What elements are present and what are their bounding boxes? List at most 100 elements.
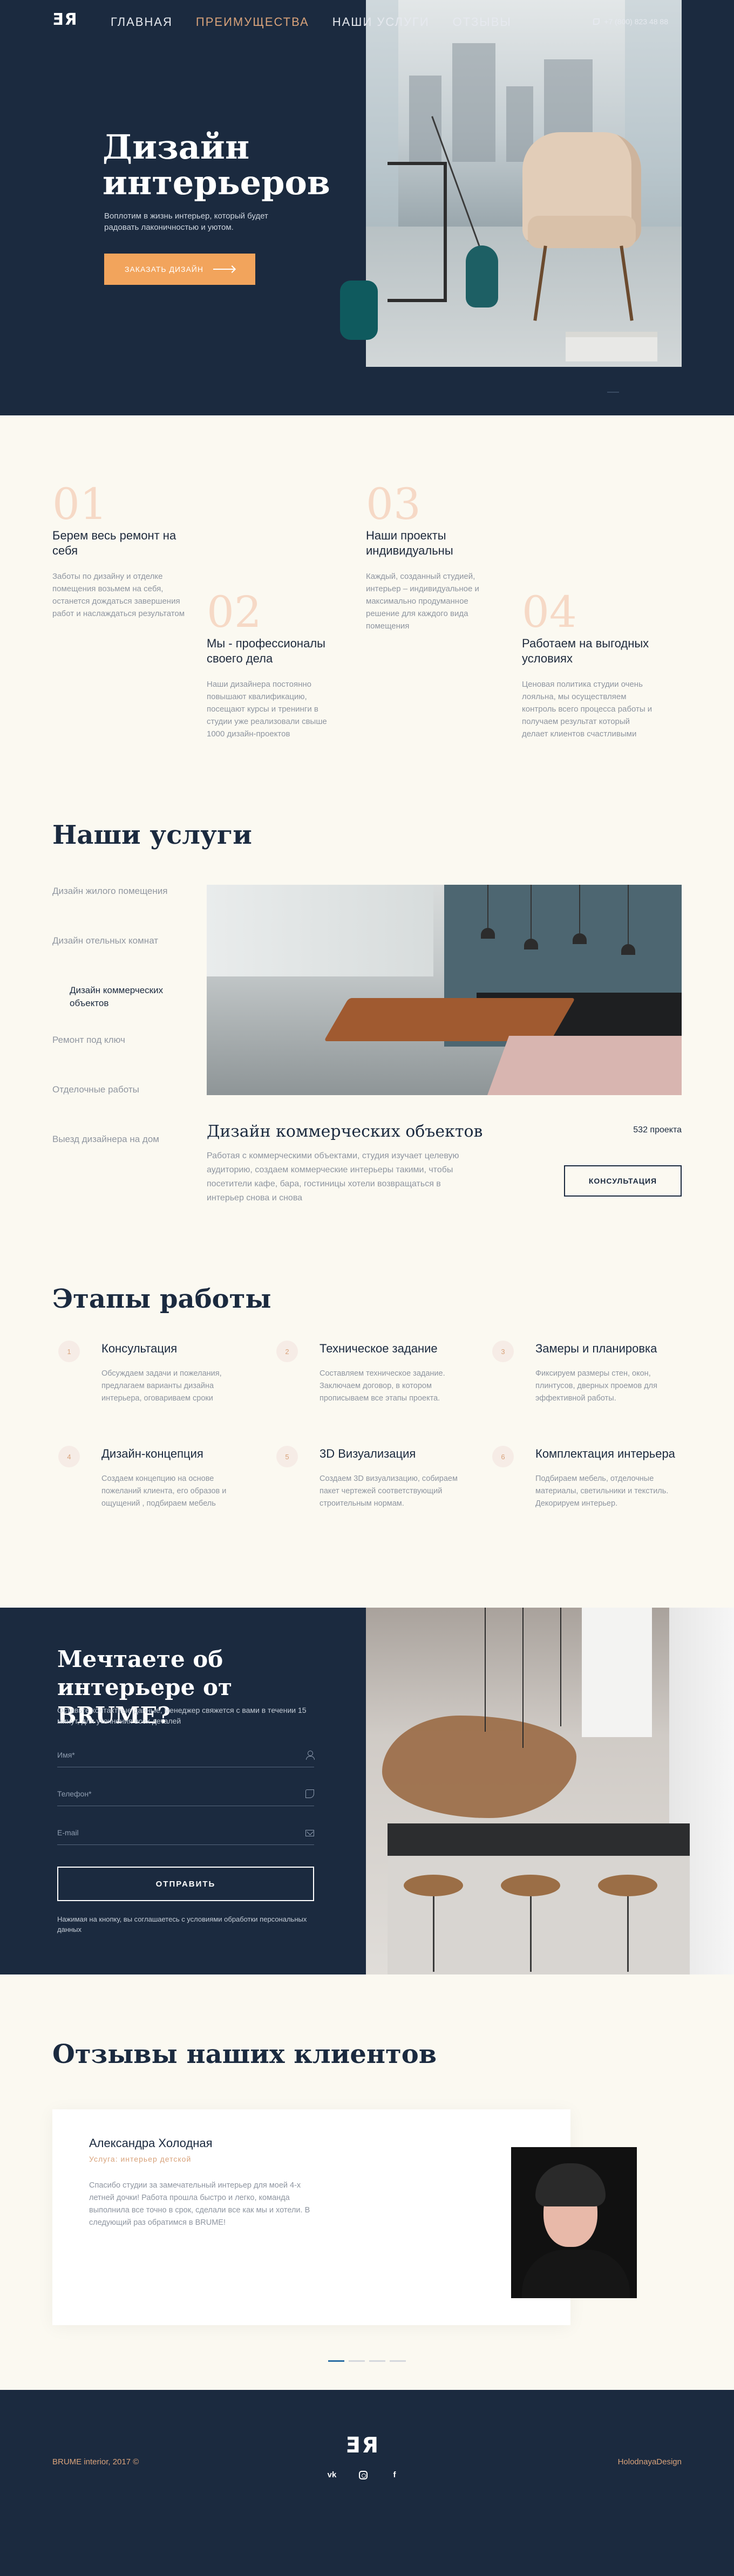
stages-section: Этапы работы 1 Консультация Обсуждаем за… [0,1284,734,1608]
phone-icon [593,18,600,25]
stage-text: Создаем 3D визуализацию, собираем пакет … [320,1474,458,1508]
stage-number: 4 [58,1446,80,1467]
stage-number: 5 [276,1446,298,1467]
advantage-number: 02 [207,587,262,637]
nav-links: ГЛАВНАЯ ПРЕИМУЩЕСТВА НАШИ УСЛУГИ ОТЗЫВЫ [111,15,512,29]
phone-icon [305,1789,314,1798]
reviewer-name: Александра Холодная [89,2136,213,2150]
advantage-title: Наши проекты индивидуальны [366,529,453,557]
social-links: vk f [327,2470,400,2481]
author-link[interactable]: HolodnayaDesign [618,2457,682,2466]
reviews-section: Отзывы наших клиентов Александра Холодна… [0,1974,734,2390]
stage-title: Консультация [101,1342,178,1355]
stage-item: 4 Дизайн-концепция Создаем концепцию на … [58,1446,258,1510]
stage-item: 3 Замеры и планировка Фиксируем размеры … [492,1341,692,1405]
order-design-label: ЗАКАЗАТЬ ДИЗАЙН [125,265,203,274]
service-photo [207,885,682,1095]
name-input[interactable] [57,1750,284,1759]
service-description: Работая с коммерческими объектами, студи… [207,1151,459,1202]
stage-number: 2 [276,1341,298,1362]
stage-title: Дизайн-концепция [101,1447,203,1460]
stage-item: 6 Комплектация интерьера Подбираем мебел… [492,1446,692,1510]
stage-item: 1 Консультация Обсуждаем задачи и пожела… [58,1341,258,1405]
projects-count: 532 проекта [633,1125,682,1135]
hero-title: Дизайн интерьеров [103,127,330,202]
services-section: Наши услуги Дизайн жилого помещения Диза… [0,820,734,1284]
stage-text: Фиксируем размеры стен, окон, плинтусов,… [535,1369,657,1403]
phone-input[interactable] [57,1789,284,1798]
service-item[interactable]: Отделочные работы [52,1083,182,1133]
advantage-item: 01 Берем весь ремонт на себя Заботы по д… [52,483,187,620]
instagram-icon[interactable] [359,2471,368,2479]
nav-link-reviews[interactable]: ОТЗЫВЫ [453,15,512,29]
review-service: Услуга: интерьер детской [89,2155,192,2163]
nav-link-services[interactable]: НАШИ УСЛУГИ [332,15,430,29]
hero-slide-indicator[interactable] [607,392,619,393]
advantage-number: 04 [522,587,577,637]
reviews-heading: Отзывы наших клиентов [52,2039,437,2069]
advantages-section: 01 Берем весь ремонт на себя Заботы по д… [0,415,734,820]
logo[interactable]: ƎЯ [52,12,85,28]
advantage-item: 03 Наши проекты индивидуальны Каждый, со… [366,483,501,632]
service-item[interactable]: Выезд дизайнера на дом [52,1133,182,1183]
advantage-text: Ценовая политика студии очень лояльна, м… [522,680,653,739]
stage-text: Обсуждаем задачи и пожелания, предлагаем… [101,1369,222,1403]
nav-link-home[interactable]: ГЛАВНАЯ [111,15,173,29]
pagination-dot[interactable] [390,2360,406,2362]
facebook-icon[interactable]: f [389,2470,400,2481]
footer: ƎЯ BRUME interior, 2017 © HolodnayaDesig… [0,2390,734,2576]
service-item-active[interactable]: Дизайн коммерческих объектов [52,984,182,1034]
hero-subtitle: Воплотим в жизнь интерьер, который будет… [104,211,268,232]
advantage-title: Работаем на выгодных условиях [522,637,649,665]
order-design-button[interactable]: ЗАКАЗАТЬ ДИЗАЙН [104,254,255,285]
stage-text: Создаем концепцию на основе пожеланий кл… [101,1474,227,1508]
stage-item: 5 3D Визуализация Создаем 3D визуализаци… [276,1446,476,1510]
copyright: BRUME interior, 2017 © [52,2457,139,2466]
advantage-text: Наши дизайнера постоянно повышают квалиф… [207,680,327,739]
hero-decor [340,281,378,340]
name-field [57,1743,315,1767]
advantage-text: Каждый, созданный студией, интерьер – ин… [366,572,479,631]
user-icon [305,1750,315,1760]
services-heading: Наши услуги [52,820,252,850]
mail-icon [305,1829,314,1836]
phone-field [57,1781,314,1806]
contact-section: Мечтаете об интерьере от BRUME? Оставьте… [0,1608,734,1974]
header-phone[interactable]: +7 (800) 823 48 88 [593,17,668,26]
advantage-title: Мы - профессионалы своего дела [207,637,325,665]
stage-text: Составляем техническое задание. Заключае… [320,1369,445,1403]
top-nav: ƎЯ ГЛАВНАЯ ПРЕИМУЩЕСТВА НАШИ УСЛУГИ ОТЗЫ… [0,12,734,29]
stage-number: 1 [58,1341,80,1362]
privacy-note: Нажимая на кнопку, вы соглашаетесь с усл… [57,1915,307,1933]
pagination-dot[interactable] [328,2360,344,2362]
service-item[interactable]: Дизайн отельных комнат [52,934,182,984]
footer-logo[interactable]: ƎЯ [345,2433,380,2458]
pagination-dot[interactable] [369,2360,385,2362]
nav-link-advantages[interactable]: ПРЕИМУЩЕСТВА [196,15,309,29]
email-input[interactable] [57,1828,284,1837]
stages-heading: Этапы работы [52,1284,271,1314]
vk-icon[interactable]: vk [327,2470,337,2481]
email-field [57,1820,314,1845]
advantage-number: 01 [52,479,107,529]
advantage-number: 03 [366,479,421,529]
services-menu: Дизайн жилого помещения Дизайн отельных … [52,885,182,1183]
stage-title: Комплектация интерьера [535,1447,675,1460]
send-button[interactable]: ОТПРАВИТЬ [57,1867,314,1901]
stage-number: 6 [492,1446,514,1467]
phone-number: +7 (800) 823 48 88 [604,17,668,26]
pagination-dot[interactable] [349,2360,365,2362]
stage-number: 3 [492,1341,514,1362]
stage-title: 3D Визуализация [320,1447,416,1460]
stage-title: Замеры и планировка [535,1342,657,1355]
review-card: Александра Холодная Услуга: интерьер дет… [52,2109,570,2325]
hero-section: ƎЯ ГЛАВНАЯ ПРЕИМУЩЕСТВА НАШИ УСЛУГИ ОТЗЫ… [0,0,734,415]
review-pagination [328,2360,406,2362]
service-item[interactable]: Ремонт под ключ [52,1034,182,1083]
advantage-title: Берем весь ремонт на себя [52,529,176,557]
arrow-right-icon [213,269,235,270]
service-title: Дизайн коммерческих объектов [207,1122,483,1141]
consultation-button[interactable]: КОНСУЛЬТАЦИЯ [564,1165,682,1197]
contact-subtitle: Оставьте контактные данные, менеджер свя… [57,1706,307,1725]
service-item[interactable]: Дизайн жилого помещения [52,885,182,934]
